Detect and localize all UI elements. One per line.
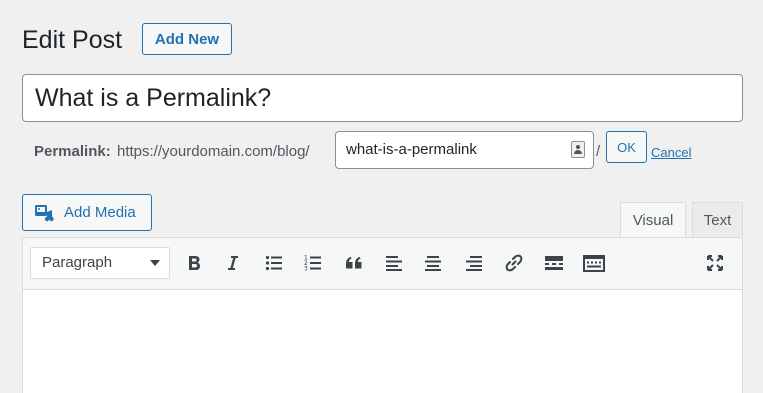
toolbar-toggle-icon [583, 255, 605, 272]
read-more-button[interactable] [539, 248, 569, 278]
add-media-button[interactable]: Add Media [22, 194, 152, 231]
format-select-value: Paragraph [42, 254, 113, 271]
permalink-cancel-link[interactable]: Cancel [651, 145, 691, 160]
permalink-label: Permalink: [34, 143, 111, 160]
align-left-icon [386, 256, 402, 271]
align-right-button[interactable] [459, 248, 489, 278]
permalink-slug-value: what-is-a-permalink [346, 141, 477, 158]
bulleted-list-icon [265, 255, 282, 271]
post-title-input[interactable]: What is a Permalink? [22, 74, 743, 122]
bold-icon [189, 256, 200, 270]
svg-text:3: 3 [304, 266, 308, 273]
format-select[interactable]: Paragraph [30, 247, 170, 279]
page-title: Edit Post [22, 26, 123, 54]
fullscreen-icon [707, 255, 723, 271]
post-editor: Paragraph 1 2 3 [22, 237, 743, 393]
contact-card-icon [571, 141, 585, 158]
align-center-button[interactable] [418, 248, 448, 278]
blockquote-button[interactable] [339, 248, 369, 278]
permalink-separator: / [596, 143, 601, 160]
editor-toolbar: Paragraph 1 2 3 [23, 238, 742, 290]
italic-button[interactable] [218, 248, 248, 278]
insert-link-button[interactable] [499, 248, 529, 278]
chevron-down-icon [150, 260, 160, 266]
numbered-list-icon: 1 2 3 [304, 255, 321, 273]
align-right-icon [466, 256, 482, 271]
italic-icon [228, 256, 238, 270]
permalink-base-url: https://yourdomain.com/blog/ [117, 143, 310, 160]
add-new-button[interactable]: Add New [142, 23, 232, 55]
align-center-icon [425, 256, 441, 271]
permalink-slug-input[interactable]: what-is-a-permalink [335, 131, 594, 169]
tab-visual[interactable]: Visual [620, 202, 686, 238]
link-icon [505, 254, 523, 272]
toolbar-toggle-button[interactable] [579, 248, 609, 278]
fullscreen-button[interactable] [700, 248, 730, 278]
add-media-label: Add Media [64, 204, 136, 221]
numbered-list-button[interactable]: 1 2 3 [298, 248, 328, 278]
tab-text[interactable]: Text [692, 202, 743, 238]
bold-button[interactable] [179, 248, 209, 278]
blockquote-icon [346, 257, 362, 269]
permalink-ok-button[interactable]: OK [606, 131, 647, 163]
editor-content-area[interactable] [23, 290, 742, 393]
align-left-button[interactable] [379, 248, 409, 278]
edit-post-screen: Edit Post Add New What is a Permalink? P… [0, 0, 763, 393]
add-media-icon [34, 203, 54, 223]
bulleted-list-button[interactable] [259, 248, 289, 278]
read-more-icon [545, 256, 563, 270]
